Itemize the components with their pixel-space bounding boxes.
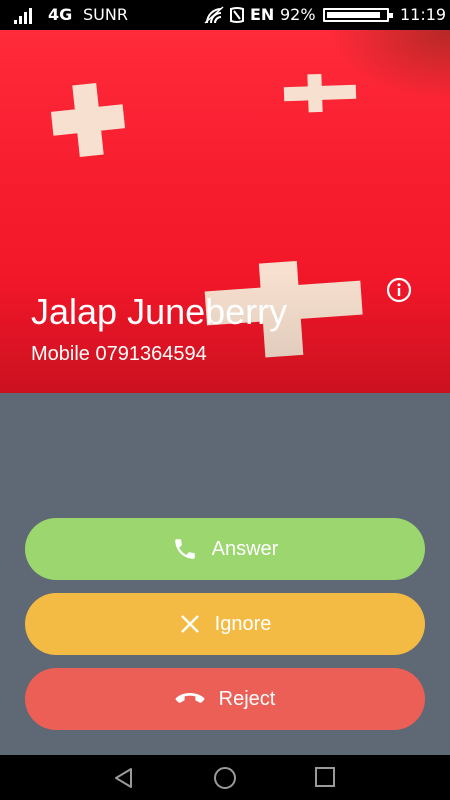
caller-name: Jalap Juneberry xyxy=(31,291,288,332)
battery-percent: 92% xyxy=(280,5,316,24)
caller-number: Mobile 0791364594 xyxy=(31,343,207,365)
status-bar: 4G SUNR EN 92% 11:19 xyxy=(0,0,450,30)
reject-label: Reject xyxy=(218,687,276,710)
clock: 11:19 xyxy=(400,5,447,24)
recents-icon[interactable] xyxy=(314,766,336,792)
battery-icon xyxy=(323,8,393,22)
answer-button[interactable]: Answer xyxy=(25,518,425,580)
keyboard-language: EN xyxy=(250,5,275,24)
carrier-name: SUNR xyxy=(83,5,128,24)
navigation-bar xyxy=(0,755,450,800)
ignore-label: Ignore xyxy=(214,612,272,635)
signal-icon xyxy=(14,6,38,28)
info-icon[interactable] xyxy=(386,277,412,303)
nfc-icon xyxy=(228,5,246,29)
close-icon xyxy=(179,613,201,635)
wifi-icon xyxy=(203,5,225,29)
back-icon[interactable] xyxy=(112,766,136,794)
call-actions-panel: Answer Ignore Reject xyxy=(0,393,450,755)
ignore-button[interactable]: Ignore xyxy=(25,593,425,655)
hang-up-icon xyxy=(175,691,205,707)
answer-label: Answer xyxy=(211,537,279,560)
phone-icon xyxy=(172,536,198,562)
network-type: 4G xyxy=(48,5,73,24)
reject-button[interactable]: Reject xyxy=(25,668,425,730)
home-icon[interactable] xyxy=(213,766,237,794)
caller-photo: Jalap Juneberry Mobile 0791364594 xyxy=(0,30,450,393)
